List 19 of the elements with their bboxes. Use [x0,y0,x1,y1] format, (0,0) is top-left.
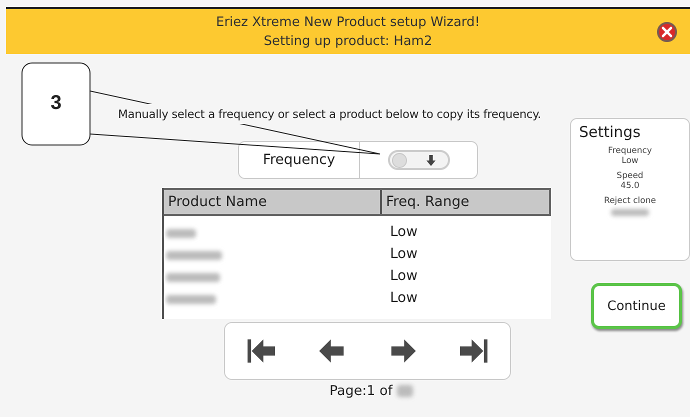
frequency-label: Frequency [262,152,336,168]
table-cell: Low [390,224,418,240]
column-header: Product Name [164,190,382,214]
setting-value: Low [622,156,638,166]
callout-number: 3 [49,92,63,115]
instruction-text: Manually select a frequency or select a product below to copy its frequency. [118,104,541,124]
column-header: Freq. Range [385,194,470,210]
setting-label: Frequency [608,146,652,156]
table-cell: Low [390,268,418,284]
table-cell: Low [390,290,418,306]
window-subtitle: Setting up product: Ham2 [264,32,432,50]
continue-button[interactable]: Continue [591,283,682,329]
settings-title: Settings [578,123,641,141]
window-title: Eriez Xtreme New Product setup Wizard! [216,14,480,32]
setting-label: Reject clone [604,196,656,206]
setting-label: Speed [616,171,644,181]
table-cell: Low [390,246,418,262]
page-label: Page:1 of [329,383,393,399]
setting-value: 45.0 [620,181,640,191]
